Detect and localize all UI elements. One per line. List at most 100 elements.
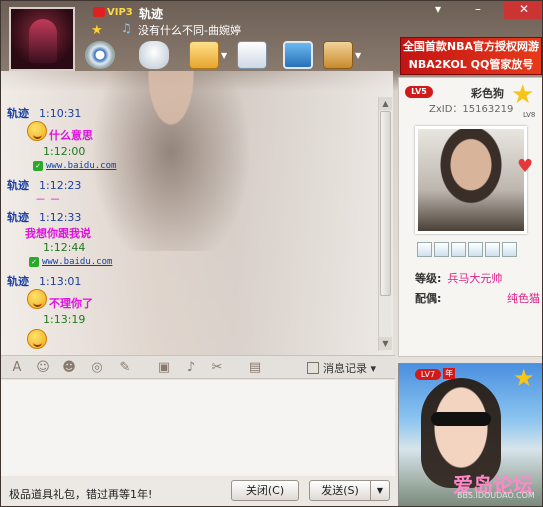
menu-button[interactable]: ▾ bbox=[425, 1, 451, 19]
message-time: 1:10:31 bbox=[39, 107, 82, 120]
input-toolbar: A ☺ ☻ ◎ ✎ ▣ ♪ ✂ ▤ 消息记录 ▾ bbox=[1, 355, 395, 379]
grid-icon[interactable] bbox=[485, 242, 500, 257]
message-time: 1:13:01 bbox=[39, 275, 82, 288]
smile-emoji-icon bbox=[27, 121, 47, 141]
promo-text[interactable]: 极品道具礼包，错过再等1年! bbox=[9, 486, 152, 502]
message-time: 1:13:19 bbox=[43, 313, 86, 326]
contact-avatar[interactable] bbox=[9, 7, 75, 71]
sender-name: 轨迹 bbox=[7, 179, 29, 192]
link-text[interactable]: www.baidu.com bbox=[42, 257, 112, 267]
contact-nickname: 轨迹 bbox=[139, 7, 164, 21]
spouse-value: 纯色猫 bbox=[507, 292, 540, 305]
shield-icon: ✓ bbox=[29, 257, 39, 267]
message-text: 什么意思 bbox=[49, 129, 93, 142]
crown-icon bbox=[93, 7, 105, 17]
music-note-icon[interactable]: ♪ bbox=[183, 360, 199, 376]
message-history-button[interactable]: 消息记录 ▾ bbox=[307, 360, 376, 376]
heart-icon[interactable]: ♥ bbox=[517, 156, 537, 177]
sender-name: 轨迹 bbox=[7, 275, 29, 288]
star-icon: ★ bbox=[513, 364, 535, 392]
chat-scrollbar[interactable]: ▲ ▼ bbox=[378, 97, 392, 351]
edit-icon[interactable]: ✎ bbox=[117, 360, 133, 376]
avatar-figure bbox=[29, 19, 57, 63]
remote-desktop-icon[interactable] bbox=[283, 41, 313, 69]
message-link[interactable]: ✓ www.baidu.com bbox=[29, 257, 112, 267]
link-text[interactable]: www.baidu.com bbox=[46, 161, 116, 171]
level-badge: LV5 bbox=[405, 86, 433, 98]
ad-line-2: NBA2KOL QQ管家放号 bbox=[408, 58, 534, 71]
message-header: 轨迹 1:10:31 bbox=[7, 105, 81, 121]
video-call-icon[interactable] bbox=[85, 41, 115, 69]
message-time: 1:12:00 bbox=[43, 145, 86, 158]
scroll-thumb[interactable] bbox=[380, 111, 391, 296]
contact-signature: 没有什么不同-曲婉婷 bbox=[138, 24, 241, 37]
contact-zxid: ZxID：15163219 bbox=[429, 104, 514, 115]
sunglasses bbox=[431, 412, 491, 426]
message-header: 轨迹 1:12:33 bbox=[7, 209, 81, 225]
image-icon[interactable]: ▣ bbox=[156, 360, 172, 376]
angry-emoji-icon bbox=[27, 289, 47, 309]
chevron-down-icon[interactable]: ▾ bbox=[371, 362, 377, 375]
magic-emoji-icon[interactable]: ☻ bbox=[61, 360, 77, 376]
watermark-sub: BBS.IDOUDAO.COM bbox=[457, 491, 535, 500]
chat-window: VIP3 轨迹 ★ ♫ 没有什么不同-曲婉婷 ▾ – ✕ ▼ ▼ 全国首款NBA… bbox=[0, 0, 543, 507]
voice-call-icon[interactable] bbox=[139, 41, 169, 69]
document-icon[interactable] bbox=[451, 242, 466, 257]
chevron-down-icon[interactable]: ▼ bbox=[355, 51, 361, 60]
contact-show-photo[interactable] bbox=[415, 126, 527, 234]
close-window-button[interactable]: ✕ bbox=[504, 1, 542, 19]
sms-icon[interactable] bbox=[237, 41, 267, 69]
contact-show-name: 彩色狗 bbox=[471, 87, 504, 100]
spouse-label: 配偶: bbox=[415, 292, 442, 305]
star-level: LV8 bbox=[523, 111, 536, 119]
music-icon: ♫ bbox=[121, 21, 132, 35]
send-button[interactable]: 发送(S) bbox=[309, 480, 371, 501]
penguin-icon[interactable] bbox=[502, 242, 517, 257]
message-text: 我想你跟我说 bbox=[25, 227, 91, 240]
history-icon bbox=[307, 362, 319, 374]
grin-emoji-icon bbox=[27, 329, 47, 349]
rank-row: 等级: 兵马大元帅 bbox=[415, 270, 502, 286]
send-file-icon[interactable] bbox=[189, 41, 219, 69]
font-icon[interactable]: A bbox=[9, 360, 25, 376]
emoji-icon[interactable]: ☺ bbox=[35, 360, 51, 376]
message-link[interactable]: ✓ www.baidu.com bbox=[33, 161, 116, 171]
star-level-icon: ★ LV8 bbox=[511, 82, 535, 119]
shake-icon[interactable]: ◎ bbox=[89, 360, 105, 376]
sender-name: 轨迹 bbox=[7, 107, 29, 120]
sender-name: 轨迹 bbox=[7, 211, 29, 224]
message-header: 轨迹 1:13:01 bbox=[7, 273, 81, 289]
bottom-bar: 极品道具礼包，错过再等1年! 关闭(C) 发送(S) ▼ bbox=[1, 477, 395, 506]
ad-banner[interactable]: 全国首款NBA官方授权网游 NBA2KOL QQ管家放号 bbox=[400, 37, 542, 75]
chevron-down-icon[interactable]: ▼ bbox=[221, 51, 227, 60]
scroll-up-button[interactable]: ▲ bbox=[379, 97, 392, 110]
message-time: 1:12:33 bbox=[39, 211, 82, 224]
year-tag: 年 bbox=[443, 368, 455, 379]
message-text: － － bbox=[35, 193, 61, 206]
send-options-button[interactable]: ▼ bbox=[370, 480, 390, 501]
app-icon[interactable] bbox=[323, 41, 353, 69]
contact-info-panel: LV5 彩色狗 ZxID：15163219 ★ LV8 ♥ 等级: 兵马大元帅 配偶… bbox=[398, 77, 542, 357]
shield-icon: ✓ bbox=[33, 161, 43, 171]
message-time: 1:12:44 bbox=[43, 241, 86, 254]
user-icon[interactable] bbox=[434, 242, 449, 257]
chat-history[interactable]: 轨迹 1:10:31 什么意思 1:12:00 ✓ www.baidu.com 轨迹… bbox=[1, 71, 393, 355]
vip-level: VIP3 bbox=[107, 7, 133, 18]
photo-icon[interactable] bbox=[468, 242, 483, 257]
vip-badge: VIP3 bbox=[93, 7, 133, 18]
message-input[interactable] bbox=[1, 380, 395, 476]
close-button[interactable]: 关闭(C) bbox=[231, 480, 299, 501]
history-label: 消息记录 bbox=[323, 362, 367, 375]
mail-icon[interactable] bbox=[417, 242, 432, 257]
scroll-down-button[interactable]: ▼ bbox=[379, 337, 392, 350]
watermark: 爱岛论坛 BBS.IDOUDAO.COM bbox=[453, 469, 535, 500]
spouse-row: 配偶: 纯色猫 bbox=[415, 290, 542, 306]
rank-label: 等级: bbox=[415, 272, 442, 285]
level-badge: LV7 bbox=[415, 369, 441, 380]
scissors-icon[interactable]: ✂ bbox=[209, 360, 225, 376]
action-icons bbox=[417, 242, 519, 258]
message-text: 不理你了 bbox=[49, 297, 93, 310]
ad-line-1: 全国首款NBA官方授权网游 bbox=[402, 40, 540, 53]
gift-icon[interactable]: ▤ bbox=[247, 360, 263, 376]
minimize-button[interactable]: – bbox=[465, 1, 491, 19]
